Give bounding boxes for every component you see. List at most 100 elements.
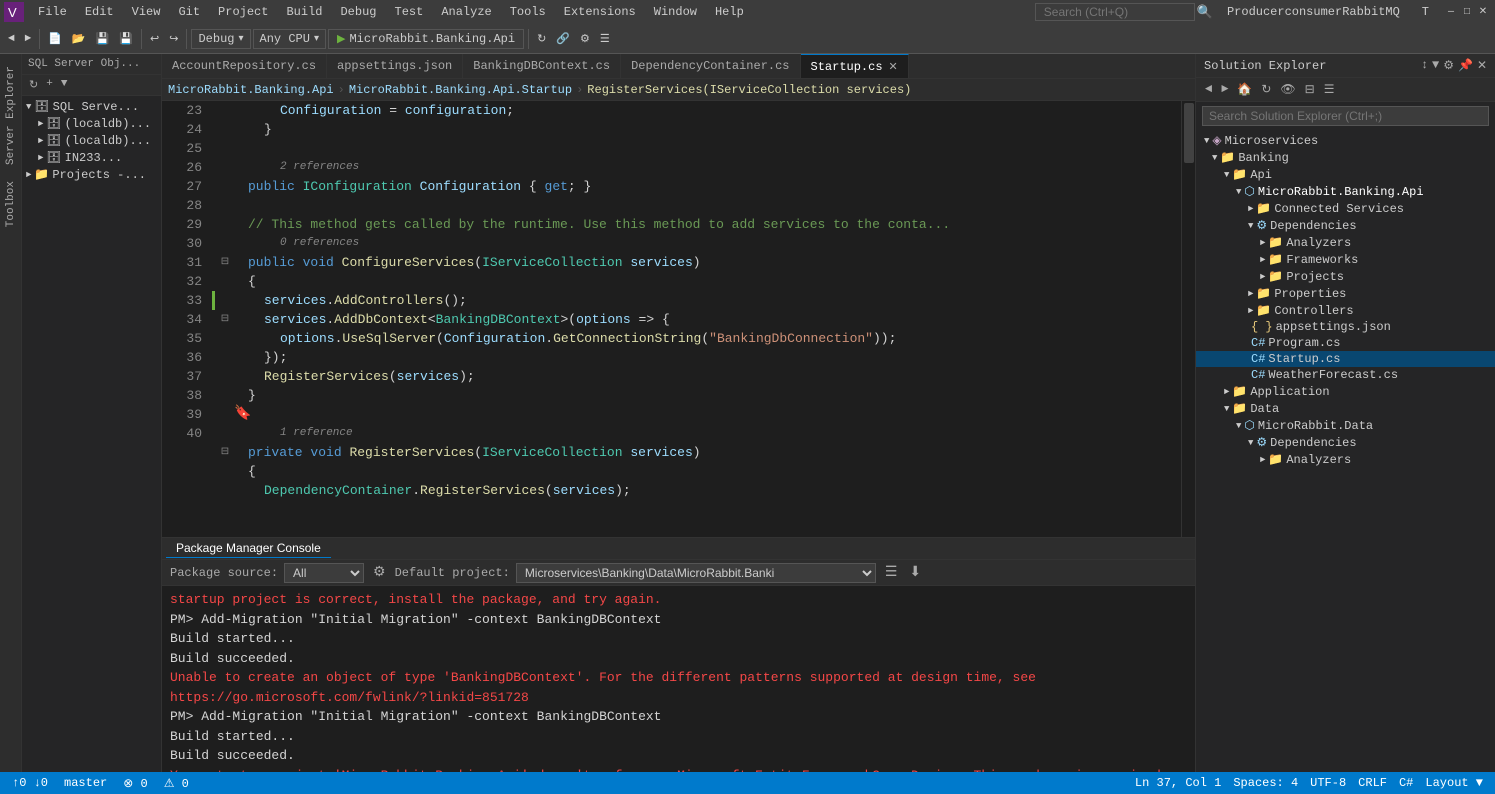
se-add-btn[interactable]: + (43, 77, 56, 93)
se-tree-local2[interactable]: ► 🗄 (localdb)... (22, 132, 161, 149)
bc-project[interactable]: MicroRabbit.Banking.Api (168, 83, 334, 97)
server-explorer-tab[interactable]: Server Explorer (2, 58, 20, 173)
se-properties[interactable]: ► 📁 Properties (1196, 285, 1495, 302)
tab-banking-db[interactable]: BankingDBContext.cs (463, 54, 621, 78)
open-file-btn[interactable]: 📂 (68, 30, 90, 48)
maximize-btn[interactable]: □ (1459, 4, 1475, 20)
toolbox-tab[interactable]: Toolbox (2, 173, 20, 235)
attach-btn[interactable]: 🔗 (552, 30, 574, 48)
status-lang[interactable]: C# (1395, 776, 1417, 790)
se-weatherforecast[interactable]: C# WeatherForecast.cs (1196, 367, 1495, 383)
menu-search-input[interactable] (1035, 3, 1195, 21)
menu-git[interactable]: Git (170, 3, 208, 21)
se2-tb-home[interactable]: 🏠 (1234, 81, 1255, 98)
status-branch[interactable]: master (60, 776, 111, 790)
bc-file[interactable]: MicroRabbit.Banking.Api.Startup (349, 83, 572, 97)
menu-analyze[interactable]: Analyze (433, 3, 499, 21)
se-startup[interactable]: C# Startup.cs (1196, 351, 1495, 367)
status-cursor[interactable]: Ln 37, Col 1 (1131, 776, 1225, 790)
save-btn[interactable]: 💾 (92, 30, 114, 48)
status-encoding[interactable]: UTF-8 (1306, 776, 1350, 790)
se-tree-in233[interactable]: ► 🗄 IN233... (22, 149, 161, 166)
se-program[interactable]: C# Program.cs (1196, 335, 1495, 351)
se-appsettings[interactable]: { } appsettings.json (1196, 319, 1495, 335)
se2-tb-fwd[interactable]: ► (1218, 81, 1231, 98)
editor-scrollbar[interactable] (1181, 101, 1195, 537)
se-filter-btn[interactable]: ▼ (58, 77, 71, 93)
status-errors[interactable]: ⊗ 0 (119, 776, 151, 791)
se2-pin-btn[interactable]: 📌 (1458, 58, 1473, 73)
se-controllers[interactable]: ► 📁 Controllers (1196, 302, 1495, 319)
search-icon[interactable]: 🔍 (1197, 5, 1213, 20)
se-analyzers[interactable]: ► 📁 Analyzers (1196, 234, 1495, 251)
se-application[interactable]: ► 📁 Application (1196, 383, 1495, 400)
se-data[interactable]: ▼ 📁 Data (1196, 400, 1495, 417)
se2-tb-show-all[interactable]: 👁 (1277, 81, 1298, 98)
se-banking[interactable]: ▼ 📁 Banking (1196, 149, 1495, 166)
pmc-clear-btn[interactable]: ☰ (882, 564, 901, 581)
menu-debug[interactable]: Debug (332, 3, 384, 21)
se2-tb-filter[interactable]: ☰ (1321, 81, 1338, 98)
default-project-dropdown[interactable]: Microservices\Banking\Data\MicroRabbit.B… (516, 563, 876, 583)
tab-appsettings[interactable]: appsettings.json (327, 54, 463, 78)
se2-settings-btn[interactable]: ⚙ (1443, 58, 1454, 73)
nav-back-btn[interactable]: ◄ (4, 31, 19, 47)
editor-scrollbar-thumb[interactable] (1184, 103, 1194, 163)
se-data-anlyz[interactable]: ► 📁 Analyzers (1196, 451, 1495, 468)
menu-test[interactable]: Test (387, 3, 432, 21)
menu-extensions[interactable]: Extensions (556, 3, 644, 21)
tab-close-btn[interactable]: ✕ (889, 60, 898, 74)
menu-project[interactable]: Project (210, 3, 276, 21)
nav-fwd-btn[interactable]: ► (21, 31, 36, 47)
se2-sync-btn[interactable]: ↕ (1421, 58, 1428, 73)
status-line-ending[interactable]: CRLF (1354, 776, 1391, 790)
menu-help[interactable]: Help (707, 3, 752, 21)
minimize-btn[interactable]: — (1443, 4, 1459, 20)
new-file-btn[interactable]: 📄 (44, 30, 66, 48)
se-tree-projects[interactable]: ► 📁 Projects -... (22, 166, 161, 183)
save-all-btn[interactable]: 💾 (115, 30, 137, 48)
se2-close-btn[interactable]: ✕ (1477, 58, 1487, 73)
platform-dropdown[interactable]: Any CPU (253, 29, 326, 49)
menu-file[interactable]: File (30, 3, 75, 21)
se-data-deps[interactable]: ▼ ⚙ Dependencies (1196, 434, 1495, 451)
toolbar-btn-6[interactable]: ☰ (596, 30, 614, 48)
menu-view[interactable]: View (124, 3, 169, 21)
se-deps[interactable]: ▼ ⚙ Dependencies (1196, 217, 1495, 234)
pmc-settings-btn[interactable]: ⚙ (370, 564, 389, 581)
se-frameworks[interactable]: ► 📁 Frameworks (1196, 251, 1495, 268)
status-layout[interactable]: Layout ▼ (1421, 776, 1487, 790)
se2-filter-btn[interactable]: ▼ (1432, 58, 1439, 73)
status-warnings[interactable]: ⚠ 0 (160, 776, 193, 791)
tab-startup[interactable]: Startup.cs ✕ (801, 54, 909, 78)
se2-tb-sync[interactable]: ↻ (1258, 81, 1274, 98)
status-git[interactable]: ↑0 ↓0 (8, 776, 52, 790)
fold-38[interactable]: ⊟ (218, 443, 232, 462)
se2-tb-back[interactable]: ◄ (1202, 81, 1215, 98)
refresh-btn[interactable]: ↻ (533, 30, 550, 48)
se-tree-root[interactable]: ▼ 🗄 SQL Serve... (22, 98, 161, 115)
redo-btn[interactable]: ↪ (165, 30, 182, 48)
se2-tb-collapse[interactable]: ⊟ (1302, 81, 1318, 98)
pmc-scroll-btn[interactable]: ⬇ (906, 564, 924, 581)
tab-dependency[interactable]: DependencyContainer.cs (621, 54, 800, 78)
se-proj-data[interactable]: ▼ ⬡ MicroRabbit.Data (1196, 417, 1495, 434)
run-btn[interactable]: MicroRabbit.Banking.Api (328, 29, 524, 49)
menu-window[interactable]: Window (646, 3, 705, 21)
fold-32[interactable]: ⊟ (218, 310, 232, 329)
pmc-output[interactable]: startup project is correct, install the … (162, 586, 1195, 772)
se-microservices[interactable]: ▼ ◈ Microservices (1196, 132, 1495, 149)
undo-btn[interactable]: ↩ (146, 30, 163, 48)
se-proj-deps[interactable]: ► 📁 Projects (1196, 268, 1495, 285)
pmc-tab[interactable]: Package Manager Console (166, 539, 331, 558)
fold-29[interactable]: ⊟ (218, 253, 232, 272)
tab-account-repo[interactable]: AccountRepository.cs (162, 54, 327, 78)
menu-tools[interactable]: Tools (502, 3, 554, 21)
package-source-dropdown[interactable]: All (284, 563, 364, 583)
se-api[interactable]: ▼ 📁 Api (1196, 166, 1495, 183)
se-connected-svcs[interactable]: ► 📁 Connected Services (1196, 200, 1495, 217)
toolbar-btn-5[interactable]: ⚙ (576, 30, 594, 48)
menu-build[interactable]: Build (278, 3, 330, 21)
status-spaces[interactable]: Spaces: 4 (1229, 776, 1302, 790)
se-proj-api[interactable]: ▼ ⬡ MicroRabbit.Banking.Api (1196, 183, 1495, 200)
